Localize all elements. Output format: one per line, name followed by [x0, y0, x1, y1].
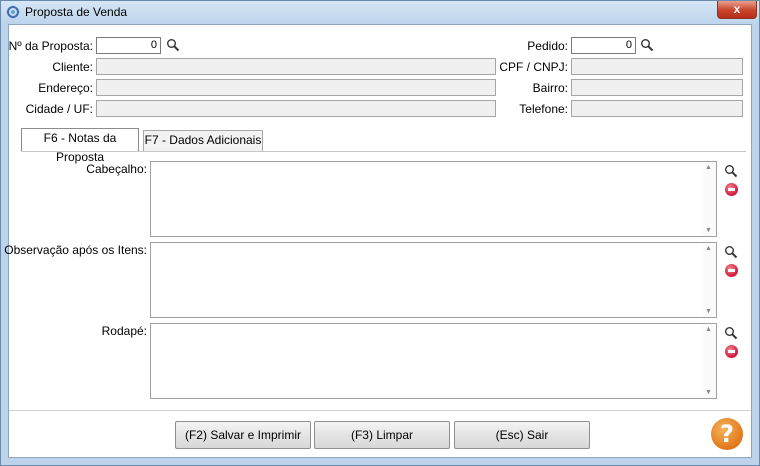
delete-icon[interactable]: [725, 264, 738, 277]
rodape-scrollbar[interactable]: ▲ ▼: [703, 324, 716, 398]
pedido-label: Pedido:: [527, 39, 568, 53]
cabecalho-scrollbar[interactable]: ▲ ▼: [703, 162, 716, 236]
rodape-textarea[interactable]: ▲ ▼: [150, 323, 717, 399]
cliente-label: Cliente:: [52, 60, 93, 74]
delete-icon[interactable]: [725, 183, 738, 196]
client-area: Nº da Proposta: 0 Cliente: Endereço: Cid…: [4, 24, 752, 458]
observacao-textarea[interactable]: ▲ ▼: [150, 242, 717, 318]
scroll-up-icon[interactable]: ▲: [705, 164, 712, 171]
bairro-field: [571, 79, 743, 96]
observacao-scrollbar[interactable]: ▲ ▼: [703, 243, 716, 317]
endereco-label: Endereço:: [38, 81, 93, 95]
cliente-field: [96, 58, 496, 75]
cidade-uf-label: Cidade / UF:: [25, 102, 93, 116]
tab-underline: [21, 151, 746, 152]
search-icon[interactable]: [724, 326, 738, 340]
telefone-label: Telefone:: [519, 102, 568, 116]
bairro-label: Bairro:: [532, 81, 568, 95]
cpf-cnpj-label: CPF / CNPJ:: [499, 60, 568, 74]
endereco-field: [96, 79, 496, 96]
scroll-down-icon[interactable]: ▼: [705, 227, 712, 234]
search-icon[interactable]: [724, 245, 738, 259]
clear-button[interactable]: (F3) Limpar: [314, 421, 450, 449]
exit-button[interactable]: (Esc) Sair: [454, 421, 590, 449]
tab-dados-adicionais[interactable]: F7 - Dados Adicionais: [143, 130, 263, 151]
cabecalho-textarea[interactable]: ▲ ▼: [150, 161, 717, 237]
close-icon: x: [733, 2, 741, 16]
cpf-cnpj-field: [571, 58, 743, 75]
close-button[interactable]: x: [717, 1, 757, 19]
title-bar: Proposta de Venda x: [1, 1, 759, 24]
rodape-label: Rodapé:: [101, 324, 147, 338]
window-title: Proposta de Venda: [25, 5, 128, 19]
proposta-label: Nº da Proposta:: [8, 39, 93, 53]
help-icon[interactable]: ?: [711, 418, 743, 450]
window: Proposta de Venda x Nº da Proposta: 0 Cl…: [0, 0, 760, 466]
proposta-input[interactable]: 0: [96, 37, 161, 54]
pedido-input[interactable]: 0: [571, 37, 636, 54]
search-icon[interactable]: [640, 38, 654, 52]
footer-separator: [9, 410, 751, 411]
scroll-down-icon[interactable]: ▼: [705, 308, 712, 315]
search-icon[interactable]: [166, 38, 180, 52]
scroll-up-icon[interactable]: ▲: [705, 326, 712, 333]
cidade-uf-field: [96, 100, 496, 117]
telefone-field: [571, 100, 743, 117]
observacao-label: Observação após os Itens:: [4, 243, 147, 257]
search-icon[interactable]: [724, 164, 738, 178]
app-icon: [6, 5, 20, 19]
scroll-down-icon[interactable]: ▼: [705, 389, 712, 396]
scroll-up-icon[interactable]: ▲: [705, 245, 712, 252]
save-print-button[interactable]: (F2) Salvar e Imprimir: [175, 421, 311, 449]
cabecalho-label: Cabeçalho:: [86, 162, 147, 176]
delete-icon[interactable]: [725, 345, 738, 358]
tab-notas-proposta[interactable]: F6 - Notas da Proposta: [21, 128, 139, 164]
